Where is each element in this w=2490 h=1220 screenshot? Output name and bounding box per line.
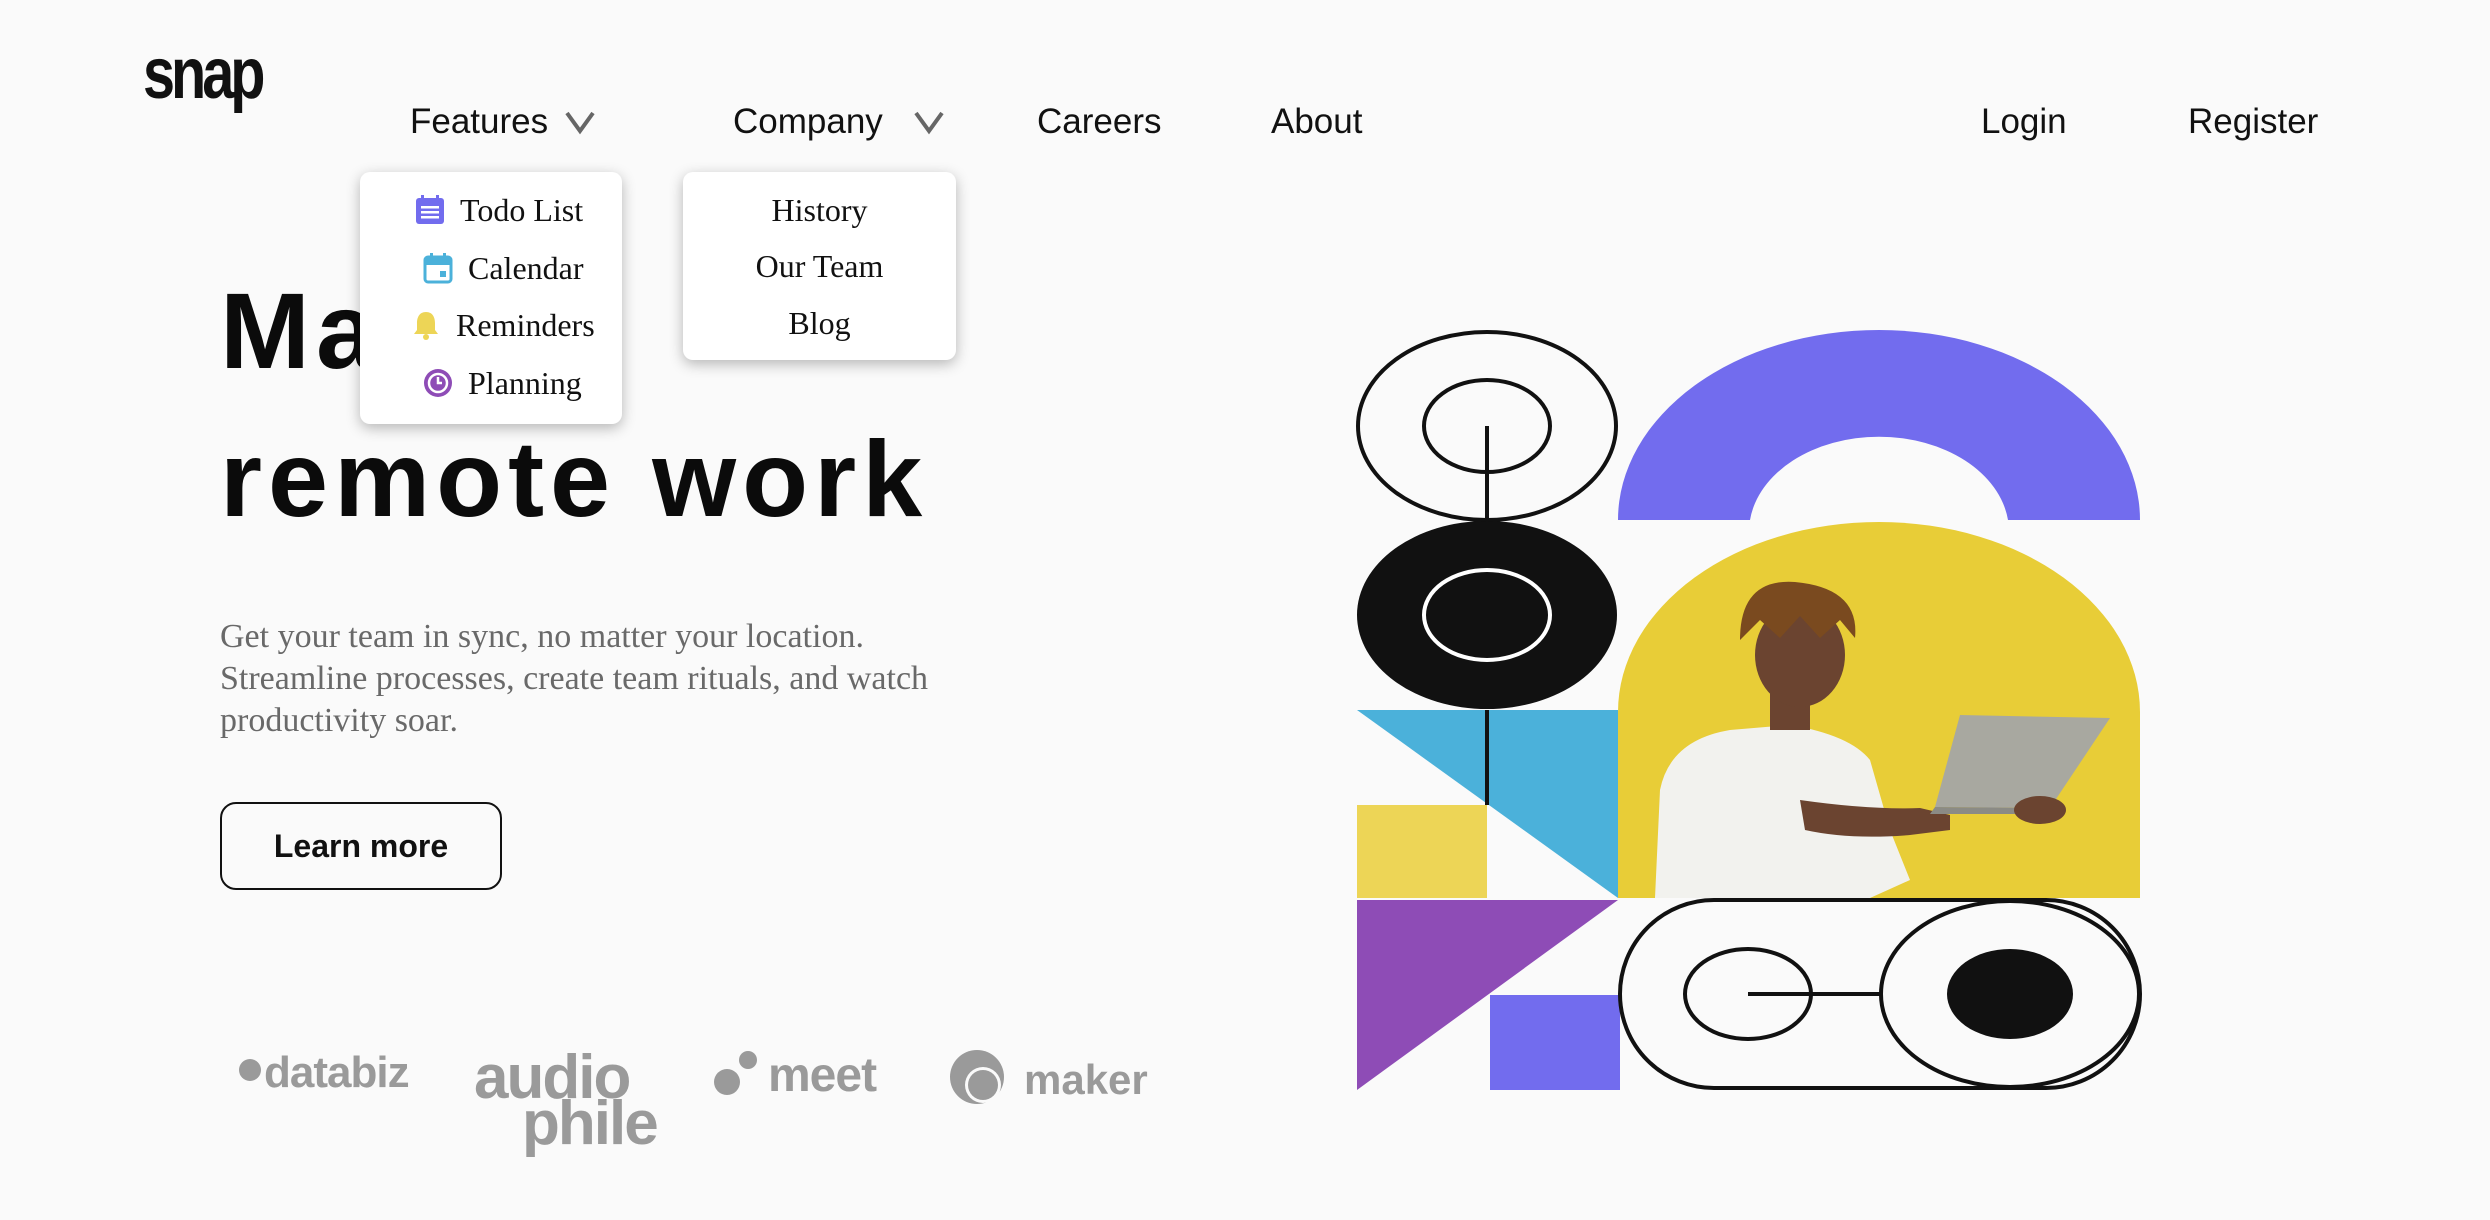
features-dropdown: Todo List Calendar Reminders Planning (360, 172, 622, 424)
calendar-icon (423, 253, 453, 284)
register-link[interactable]: Register (2188, 98, 2318, 146)
company-dropdown: History Our Team Blog (683, 172, 956, 360)
meet-wordmark: meet (768, 1049, 877, 1102)
menu-item-label: Calendar (468, 250, 584, 286)
menu-item-calendar[interactable]: Calendar (422, 248, 584, 288)
chevron-down-icon (914, 111, 944, 135)
nav-company[interactable]: Company (733, 98, 945, 146)
yellow-square (1357, 805, 1487, 898)
learn-more-button[interactable]: Learn more (220, 802, 502, 890)
maker-circles-icon (950, 1050, 1004, 1104)
menu-item-history[interactable]: History (683, 190, 956, 230)
maker-wordmark: maker (1024, 1056, 1148, 1103)
nav-careers[interactable]: Careers (1037, 98, 1161, 146)
hero-title-line2: remote work (220, 418, 929, 539)
nav-about[interactable]: About (1271, 98, 1362, 146)
login-link[interactable]: Login (1981, 98, 2067, 146)
menu-item-label: Reminders (456, 307, 595, 343)
chevron-down-icon (565, 111, 595, 135)
black-dot (1947, 949, 2073, 1039)
snap-logo[interactable]: snap (143, 38, 265, 110)
hero-illustration (1356, 330, 2142, 1090)
todo-icon (416, 195, 444, 224)
menu-item-reminders[interactable]: Reminders (410, 305, 595, 345)
menu-item-planning[interactable]: Planning (422, 363, 582, 403)
menu-item-label: Planning (468, 365, 582, 401)
black-ellipse (1357, 521, 1617, 709)
audiophile-wordmark-bottom: phile (522, 1089, 659, 1158)
nav-company-label: Company (733, 102, 883, 141)
menu-item-our-team[interactable]: Our Team (683, 246, 956, 286)
clock-icon (424, 369, 452, 397)
menu-item-todo-list[interactable]: Todo List (414, 190, 583, 230)
purple-square (1490, 995, 1620, 1090)
hero-description: Get your team in sync, no matter your lo… (220, 618, 929, 739)
purple-arch (1618, 330, 2140, 520)
menu-item-label: Todo List (460, 192, 584, 228)
databiz-wordmark: databiz (264, 1048, 410, 1097)
menu-item-blog[interactable]: Blog (683, 303, 956, 343)
meet-dots-icon (714, 1051, 757, 1095)
nav-features-label: Features (410, 102, 549, 141)
bell-icon (414, 312, 438, 340)
nav-features[interactable]: Features (410, 98, 596, 146)
